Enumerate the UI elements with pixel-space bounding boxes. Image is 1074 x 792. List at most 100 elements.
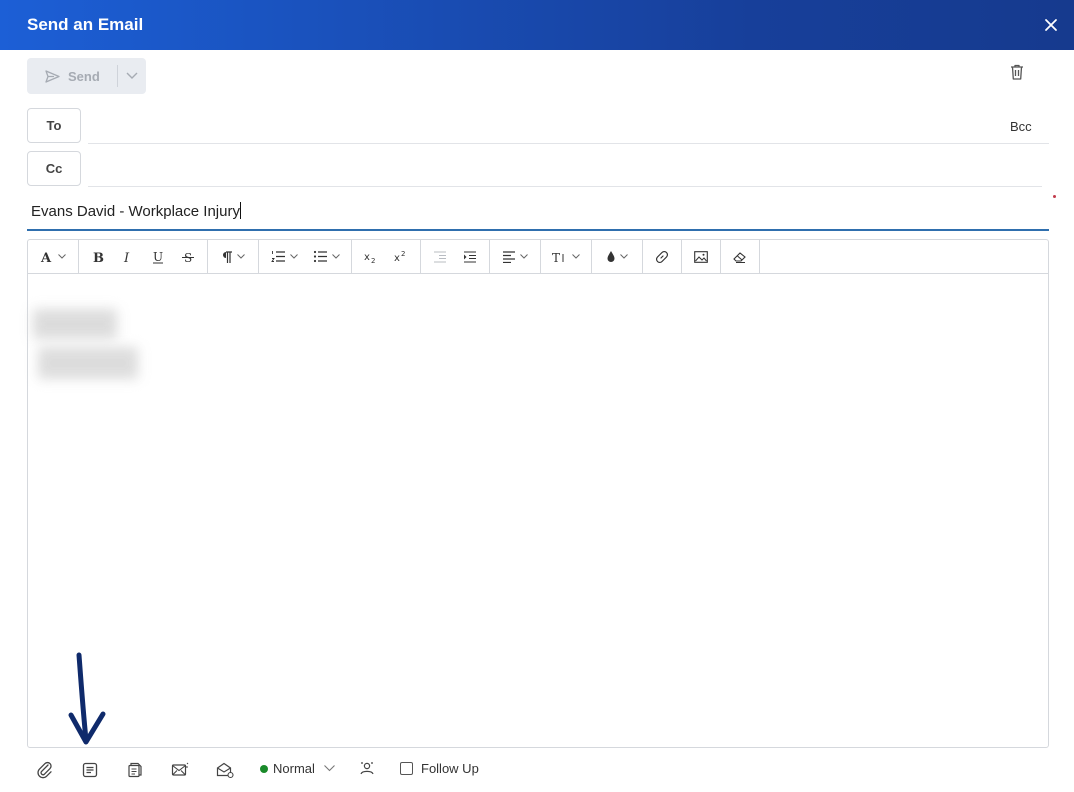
annotation-arrow-icon	[68, 652, 106, 745]
user-assign-icon[interactable]	[357, 759, 377, 779]
toolbar-group-paragraph	[208, 240, 259, 273]
trash-icon[interactable]	[1008, 63, 1026, 81]
indent-icon	[464, 250, 476, 263]
chevron-down-icon	[620, 254, 628, 259]
priority-selector[interactable]: Normal	[260, 761, 335, 776]
underline-icon: U	[153, 250, 163, 264]
ink-drop-icon	[607, 251, 615, 262]
toolbar-group-style: B I U S	[79, 240, 208, 273]
chevron-down-icon	[572, 254, 580, 259]
font-color-button[interactable]: A	[32, 244, 74, 270]
bold-icon: B	[93, 251, 104, 264]
to-button[interactable]: To	[27, 108, 81, 143]
documents-icon[interactable]	[125, 760, 145, 780]
toolbar-group-clear	[721, 240, 760, 273]
toolbar-group-image	[682, 240, 721, 273]
paragraph-icon	[223, 250, 232, 263]
text-cursor	[239, 202, 241, 219]
bcc-toggle[interactable]: Bcc	[1010, 119, 1032, 134]
email-settings-icon[interactable]	[170, 760, 190, 780]
image-icon	[694, 250, 708, 263]
toolbar-group-link	[643, 240, 682, 273]
italic-button[interactable]: I	[113, 244, 143, 270]
highlight-color-button[interactable]	[596, 244, 638, 270]
link-icon	[655, 250, 669, 263]
priority-label: Normal	[273, 761, 315, 776]
follow-up-label: Follow Up	[421, 761, 479, 776]
align-button[interactable]	[494, 244, 536, 270]
superscript-icon: x2	[394, 250, 405, 264]
link-button[interactable]	[647, 244, 677, 270]
svg-text:I: I	[123, 251, 130, 264]
strikethrough-button[interactable]: S	[173, 244, 203, 270]
checkbox-box[interactable]	[400, 762, 413, 775]
toolbar-group-lists	[259, 240, 352, 273]
svg-text:U: U	[153, 250, 163, 264]
send-options-dropdown[interactable]	[118, 58, 146, 94]
cc-button[interactable]: Cc	[27, 151, 81, 186]
chevron-down-icon	[289, 254, 298, 259]
send-button[interactable]: Send	[27, 58, 117, 94]
svg-text:T: T	[552, 251, 560, 264]
priority-status-dot	[260, 764, 268, 773]
to-underline	[88, 143, 1049, 144]
template-icon[interactable]	[80, 760, 100, 780]
subject-text: Evans David - Workplace Injury	[31, 203, 240, 220]
dialog-header: Send an Email	[0, 0, 1074, 50]
unordered-list-button[interactable]	[305, 244, 347, 270]
toolbar-group-align	[490, 240, 541, 273]
redacted-text-block	[38, 347, 138, 379]
dialog-title: Send an Email	[27, 15, 144, 34]
underline-button[interactable]: U	[143, 244, 173, 270]
message-body[interactable]	[28, 274, 1048, 748]
redacted-text-block	[33, 309, 117, 339]
toolbar-group-font: A	[28, 240, 79, 273]
align-left-icon	[503, 250, 515, 263]
svg-text:A: A	[40, 251, 52, 264]
follow-up-checkbox[interactable]: Follow Up	[400, 761, 479, 776]
chevron-down-icon	[331, 254, 340, 259]
outdent-icon	[434, 250, 446, 263]
close-icon[interactable]	[1040, 14, 1062, 36]
text-size-icon: T	[552, 251, 564, 264]
required-indicator	[1053, 195, 1056, 198]
editor-toolbar: A B I U S x2 x 2 T	[28, 240, 1048, 274]
paragraph-format-button[interactable]	[212, 244, 254, 270]
send-icon	[45, 69, 60, 83]
chevron-down-icon	[237, 254, 245, 259]
subscript-icon: x2	[364, 252, 375, 264]
send-label: Send	[68, 68, 100, 84]
bold-button[interactable]: B	[83, 244, 113, 270]
cc-input[interactable]	[92, 155, 1032, 183]
subscript-button[interactable]: x2	[356, 244, 386, 270]
italic-icon: I	[123, 251, 130, 264]
cc-underline	[88, 186, 1042, 187]
subject-field[interactable]: Evans David - Workplace Injury	[27, 198, 1049, 231]
indent-button[interactable]	[455, 244, 485, 270]
chevron-down-icon	[58, 254, 66, 259]
toolbar-group-color	[592, 240, 643, 273]
to-input[interactable]	[92, 112, 992, 140]
superscript-button[interactable]: x2	[386, 244, 416, 270]
toolbar-group-size: T	[541, 240, 592, 273]
toolbar-group-indent	[421, 240, 490, 273]
font-color-icon: A	[40, 251, 52, 264]
clear-formatting-button[interactable]	[725, 244, 755, 270]
strikethrough-icon: S	[182, 251, 194, 264]
footer-bar: Normal Follow Up	[27, 756, 1049, 784]
svg-text:B: B	[93, 251, 104, 264]
image-button[interactable]	[686, 244, 716, 270]
svg-text:2: 2	[371, 257, 375, 264]
ordered-list-icon	[270, 251, 285, 262]
paperclip-icon[interactable]	[35, 760, 55, 780]
read-receipt-icon[interactable]	[215, 760, 235, 780]
svg-text:x: x	[394, 253, 400, 264]
svg-text:x: x	[364, 252, 370, 263]
outdent-button[interactable]	[425, 244, 455, 270]
text-size-button[interactable]: T	[545, 244, 587, 270]
eraser-icon	[733, 251, 746, 263]
toolbar-group-script: x2 x2	[352, 240, 421, 273]
chevron-down-icon	[126, 72, 138, 79]
ordered-list-button[interactable]	[263, 244, 305, 270]
chevron-down-icon	[324, 765, 335, 772]
